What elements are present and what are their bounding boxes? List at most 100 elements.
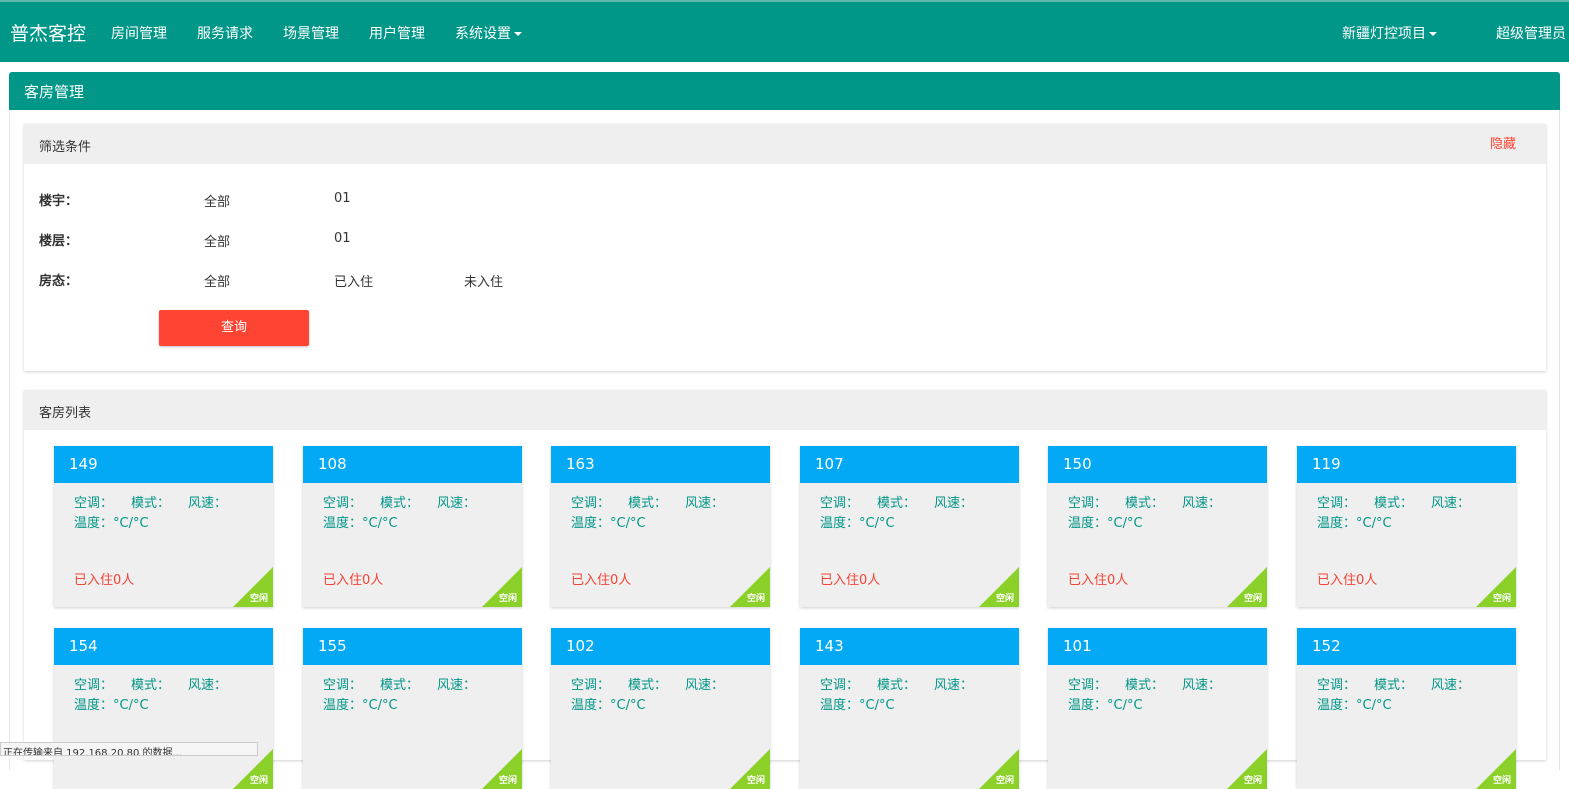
mode-label: 模式：	[380, 678, 420, 693]
status-option-occupied[interactable]: 已入住	[334, 271, 373, 290]
temperature-label: 温度：°C/°C	[1068, 516, 1143, 531]
ac-label: 空调：	[74, 678, 114, 693]
room-card[interactable]: 152 空调： 模式： 风速： 温度：°C/°C 空闲	[1297, 628, 1516, 789]
room-number: 101	[1048, 628, 1267, 665]
floor-option-01[interactable]: 01	[334, 231, 351, 246]
mode-label: 模式：	[877, 496, 917, 511]
room-number: 150	[1048, 446, 1267, 483]
temperature-label: 温度：°C/°C	[1068, 698, 1143, 713]
room-ac-status: 空调： 模式： 风速：	[571, 674, 742, 693]
nav-system-settings[interactable]: 系统设置	[455, 23, 522, 43]
nav-scene-management[interactable]: 场景管理	[283, 23, 339, 43]
page-title: 客房管理	[9, 72, 1560, 110]
status-badge-label: 空闲	[746, 594, 765, 604]
status-badge-label: 空闲	[995, 776, 1014, 786]
fan-label: 风速：	[437, 496, 477, 511]
occupancy-text: 已入住0人	[1068, 573, 1129, 588]
fan-label: 风速：	[437, 678, 477, 693]
status-badge-label: 空闲	[498, 594, 517, 604]
building-option-01[interactable]: 01	[334, 191, 351, 206]
room-ac-status: 空调： 模式： 风速：	[1317, 674, 1488, 693]
query-button[interactable]: 查询	[159, 310, 309, 346]
ac-label: 空调：	[571, 496, 611, 511]
room-ac-status: 空调： 模式： 风速：	[820, 492, 991, 511]
nav-service-requests[interactable]: 服务请求	[197, 23, 253, 43]
filter-panel-title: 筛选条件	[39, 140, 92, 155]
room-ac-status: 空调： 模式： 风速：	[323, 674, 494, 693]
ac-label: 空调：	[1068, 496, 1108, 511]
chevron-down-icon	[1429, 32, 1437, 36]
room-number: 149	[54, 446, 273, 483]
temperature-label: 温度：°C/°C	[1317, 698, 1392, 713]
room-ac-status: 空调： 模式： 风速：	[74, 492, 245, 511]
ac-label: 空调：	[1317, 678, 1357, 693]
room-ac-status: 空调： 模式： 风速：	[1068, 674, 1239, 693]
fan-label: 风速：	[1182, 496, 1222, 511]
mode-label: 模式：	[628, 496, 668, 511]
occupancy-text: 已入住0人	[571, 573, 632, 588]
status-badge-label: 空闲	[1243, 594, 1262, 604]
room-card[interactable]: 108 空调： 模式： 风速： 温度：°C/°C 已入住0人 空闲	[303, 446, 522, 607]
mode-label: 模式：	[877, 678, 917, 693]
room-ac-status: 空调： 模式： 风速：	[323, 492, 494, 511]
brand-logo[interactable]: 普杰客控	[10, 19, 86, 46]
room-number: 119	[1297, 446, 1516, 483]
temperature-label: 温度：°C/°C	[323, 698, 398, 713]
room-number: 102	[551, 628, 770, 665]
temperature-label: 温度：°C/°C	[323, 516, 398, 531]
status-option-all[interactable]: 全部	[204, 271, 230, 290]
fan-label: 风速：	[1182, 678, 1222, 693]
temperature-label: 温度：°C/°C	[74, 698, 149, 713]
status-badge-label: 空闲	[1492, 776, 1511, 786]
filter-panel: 筛选条件 隐藏 楼宇： 全部 01 楼层： 全部 01 房态： 全部 已入住 未…	[24, 124, 1546, 371]
room-number: 163	[551, 446, 770, 483]
room-card[interactable]: 163 空调： 模式： 风速： 温度：°C/°C 已入住0人 空闲	[551, 446, 770, 607]
room-ac-status: 空调： 模式： 风速：	[1068, 492, 1239, 511]
room-card[interactable]: 143 空调： 模式： 风速： 温度：°C/°C 空闲	[800, 628, 1019, 789]
room-card[interactable]: 101 空调： 模式： 风速： 温度：°C/°C 空闲	[1048, 628, 1267, 789]
project-selector[interactable]: 新疆灯控项目	[1342, 23, 1437, 43]
room-ac-status: 空调： 模式： 风速：	[1317, 492, 1488, 511]
mode-label: 模式：	[131, 496, 171, 511]
room-number: 154	[54, 628, 273, 665]
fan-label: 风速：	[188, 496, 228, 511]
temperature-label: 温度：°C/°C	[820, 516, 895, 531]
fan-label: 风速：	[188, 678, 228, 693]
filter-panel-header: 筛选条件 隐藏	[24, 124, 1546, 164]
status-badge-label: 空闲	[498, 776, 517, 786]
building-option-all[interactable]: 全部	[204, 191, 230, 210]
ac-label: 空调：	[1317, 496, 1357, 511]
room-ac-status: 空调： 模式： 风速：	[820, 674, 991, 693]
nav-user-management[interactable]: 用户管理	[369, 23, 425, 43]
nav-room-management[interactable]: 房间管理	[111, 23, 167, 43]
temperature-label: 温度：°C/°C	[74, 516, 149, 531]
room-card[interactable]: 149 空调： 模式： 风速： 温度：°C/°C 已入住0人 空闲	[54, 446, 273, 607]
ac-label: 空调：	[74, 496, 114, 511]
room-card[interactable]: 150 空调： 模式： 风速： 温度：°C/°C 已入住0人空闲	[1048, 446, 1267, 607]
ac-label: 空调：	[1068, 678, 1108, 693]
status-badge-label: 空闲	[995, 594, 1014, 604]
ac-label: 空调：	[323, 678, 363, 693]
occupancy-text: 已入住0人	[1317, 573, 1378, 588]
room-ac-status: 空调： 模式： 风速：	[74, 674, 245, 693]
hide-filter-link[interactable]: 隐藏	[1490, 133, 1516, 152]
mode-label: 模式：	[131, 678, 171, 693]
room-card[interactable]: 155 空调： 模式： 风速： 温度：°C/°C 空闲	[303, 628, 522, 789]
room-list-panel: 客房列表 149 空调： 模式： 风速： 温度：°C/°C 已入住0人 空闲 108 空调： 模式…	[24, 390, 1546, 789]
fan-label: 风速：	[1431, 678, 1471, 693]
room-card[interactable]: 107 空调： 模式： 风速： 温度：°C/°C 已入住0人 空闲	[800, 446, 1019, 607]
occupancy-text: 已入住0人	[74, 573, 135, 588]
floor-option-all[interactable]: 全部	[204, 231, 230, 250]
user-menu[interactable]: 超级管理员	[1496, 23, 1566, 43]
occupancy-text: 已入住0人	[820, 573, 881, 588]
status-option-vacant[interactable]: 未入住	[464, 271, 503, 290]
ac-label: 空调：	[820, 496, 860, 511]
status-badge-label: 空闲	[1492, 594, 1511, 604]
fan-label: 风速：	[1431, 496, 1471, 511]
room-card[interactable]: 154 空调： 模式： 风速： 温度：°C/°C 空闲	[54, 628, 273, 789]
room-card[interactable]: 119 空调： 模式： 风速： 温度：°C/°C 已入住0人 空闲	[1297, 446, 1516, 607]
mode-label: 模式：	[1125, 678, 1165, 693]
room-number: 152	[1297, 628, 1516, 665]
room-card[interactable]: 102 空调： 模式： 风速： 温度：°C/°C 空闲	[551, 628, 770, 789]
fan-label: 风速：	[934, 678, 974, 693]
